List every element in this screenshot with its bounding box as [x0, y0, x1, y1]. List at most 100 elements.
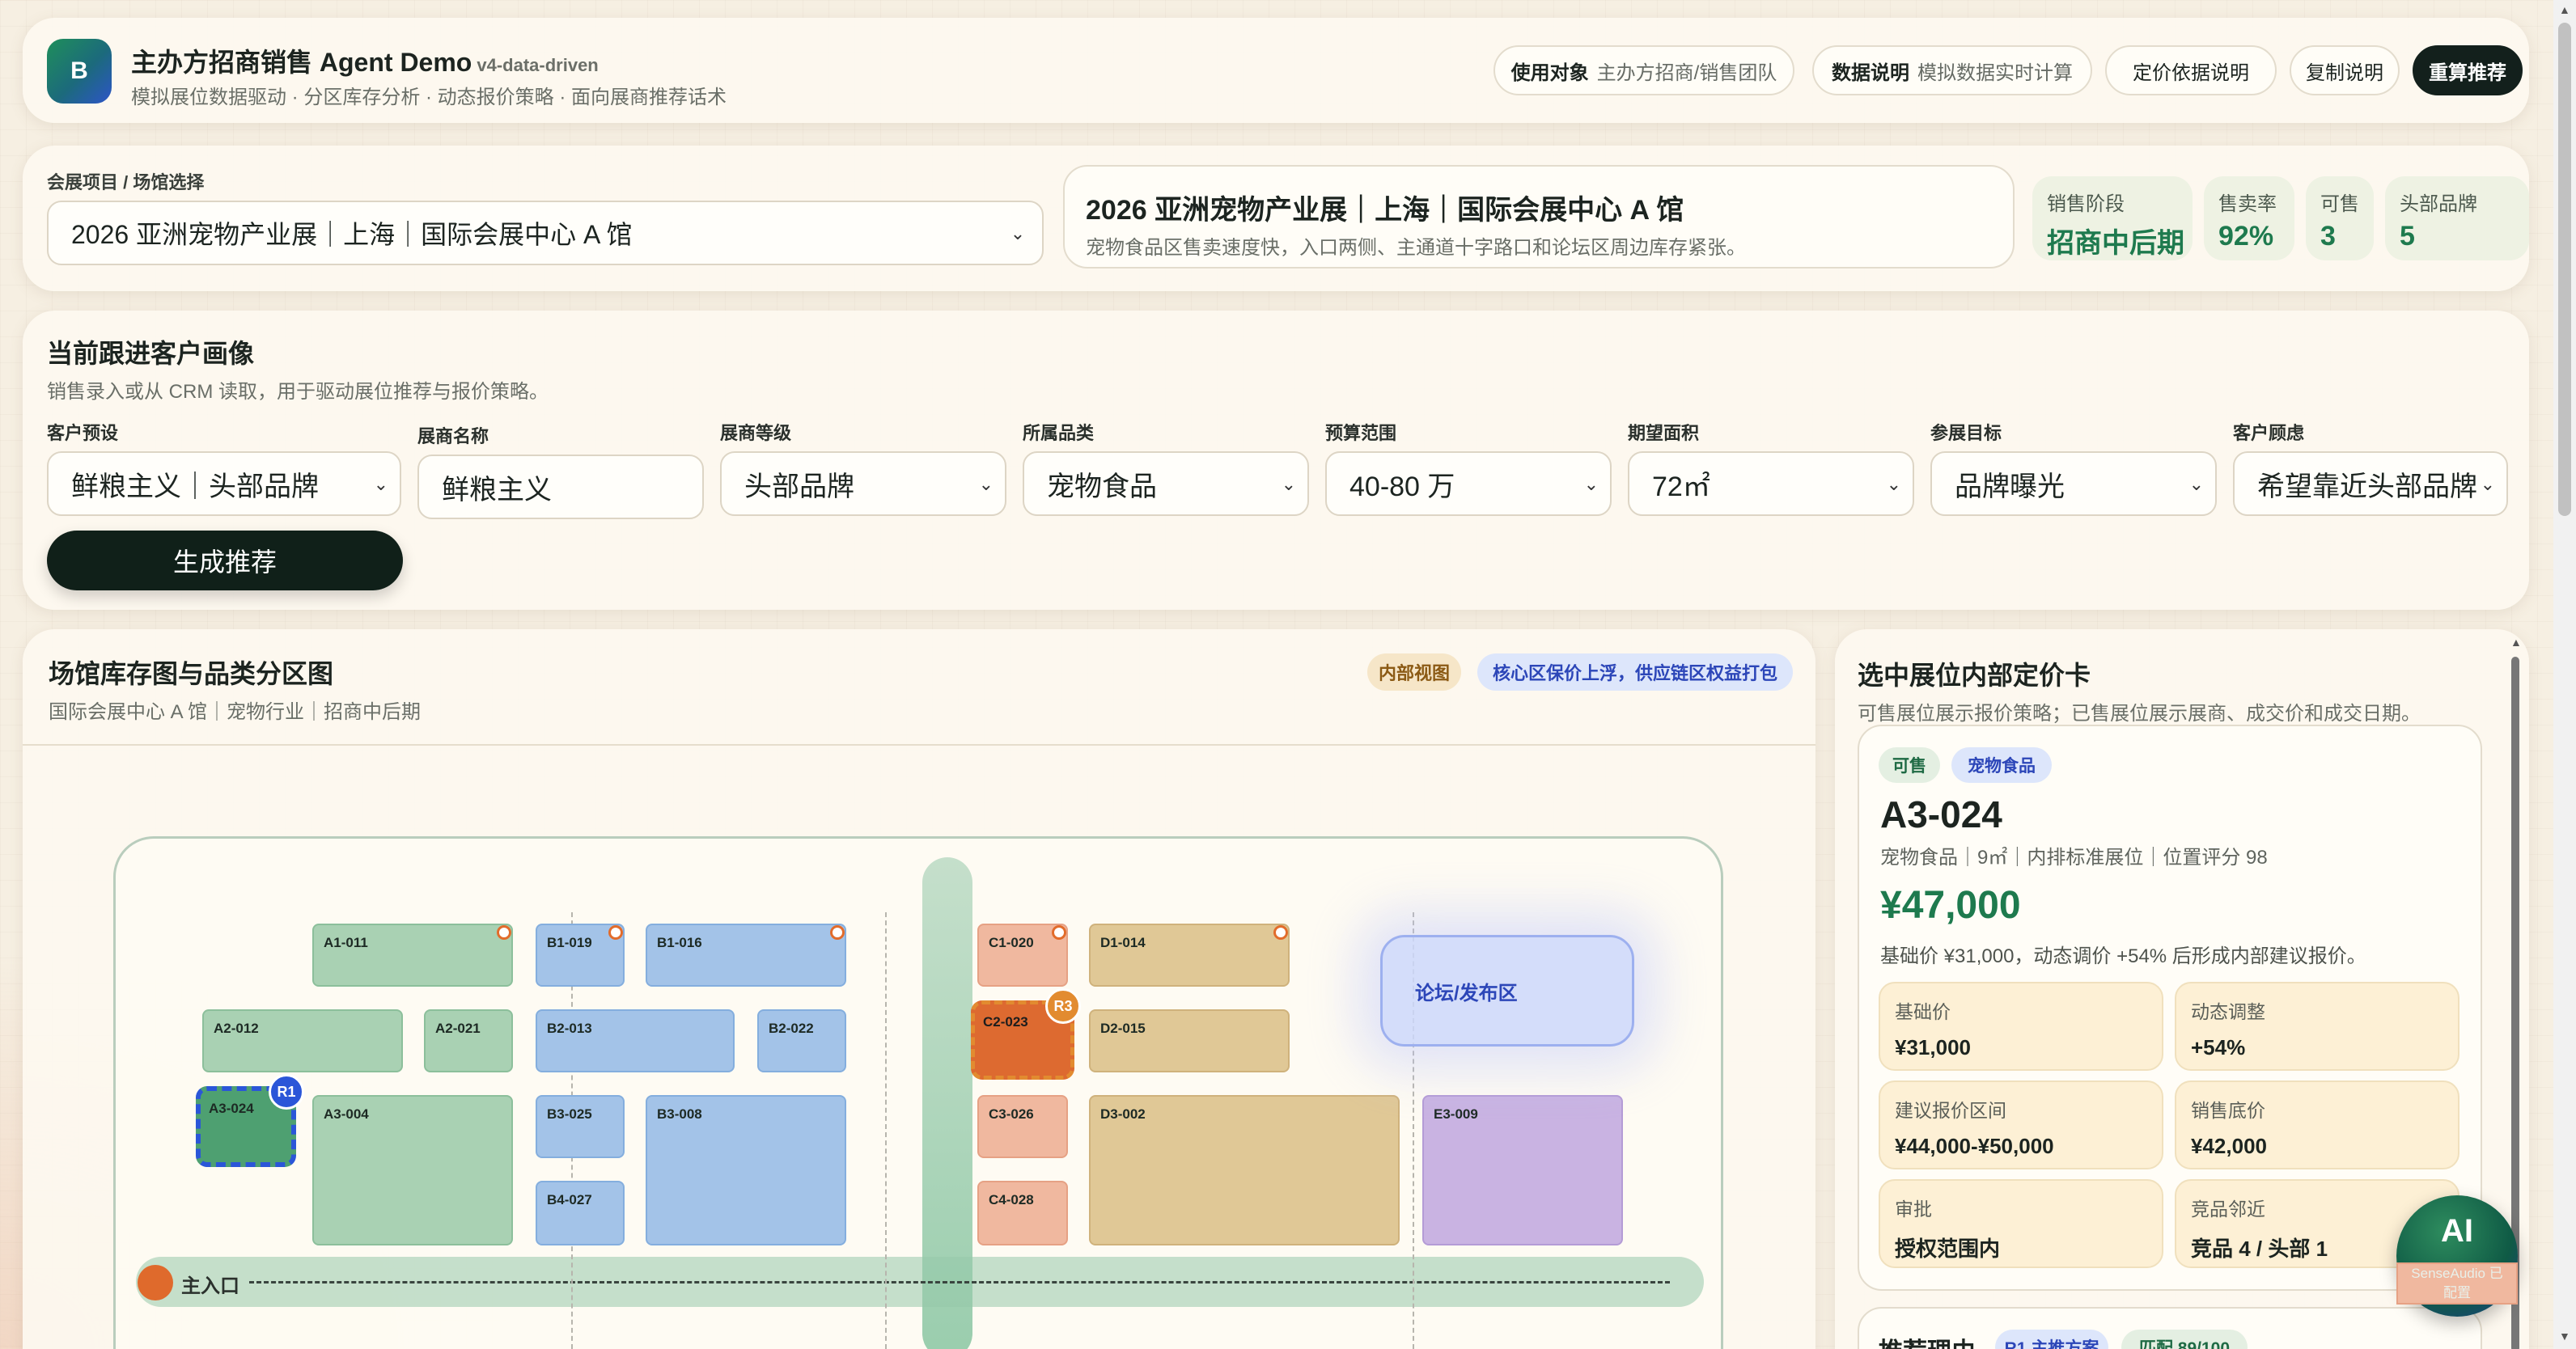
rec-title: 推荐理由	[1879, 1331, 1976, 1349]
floor-price-item: 销售底价 ¥42,000	[2175, 1080, 2459, 1169]
goal-select[interactable]: 品牌曝光 ⌄	[1930, 451, 2217, 516]
page-scrollbar[interactable]: ▲ ▼	[2553, 0, 2576, 1349]
booth-A2-012[interactable]: A2-012	[202, 1009, 403, 1072]
project-select-label: 会展项目 / 场馆选择	[47, 172, 205, 192]
stat-sales-stage: 销售阶段 招商中后期	[2032, 176, 2193, 260]
profile-title: 当前跟进客户画像	[47, 339, 255, 368]
recalc-button[interactable]: 重算推荐	[2413, 45, 2523, 95]
booth-A1-011[interactable]: A1-011	[312, 924, 513, 987]
field-label: 展商等级	[720, 423, 792, 443]
select-value: 40-80 万	[1349, 471, 1455, 502]
audience-label: 使用对象	[1510, 61, 1589, 84]
booth-D1-014[interactable]: D1-014	[1089, 924, 1290, 987]
project-info-title: 2026 亚洲宠物产业展｜上海｜国际会展中心 A 馆	[1086, 195, 1684, 226]
aisle-guide-line	[249, 1281, 1670, 1283]
project-panel: 会展项目 / 场馆选择 2026 亚洲宠物产业展｜上海｜国际会展中心 A 馆 ⌄…	[23, 146, 2529, 291]
profile-subtitle: 销售录入或从 CRM 读取，用于驱动展位推荐与报价策略。	[47, 381, 549, 403]
approval-item: 审批 授权范围内	[1879, 1179, 2163, 1268]
kv-value: ¥31,000	[1895, 1035, 1971, 1059]
booth-C4-028[interactable]: C4-028	[977, 1181, 1068, 1245]
ai-assistant-button[interactable]: AI SenseAudio 已配置	[2396, 1195, 2518, 1317]
stat-label: 售卖率	[2218, 193, 2277, 215]
booth-D2-015[interactable]: D2-015	[1089, 1009, 1290, 1072]
base-price-item: 基础价 ¥31,000	[1879, 982, 2163, 1071]
scroll-down-icon[interactable]: ▼	[2559, 1330, 2570, 1343]
exhibitor-name-input[interactable]: 鲜粮主义	[417, 455, 704, 519]
booth-B3-025[interactable]: B3-025	[536, 1095, 625, 1158]
project-select[interactable]: 2026 亚洲宠物产业展｜上海｜国际会展中心 A 馆 ⌄	[47, 201, 1044, 265]
map-title: 场馆库存图与品类分区图	[49, 659, 334, 688]
scroll-up-icon[interactable]: ▲	[2559, 3, 2570, 16]
field-label: 所属品类	[1023, 423, 1095, 443]
select-value: 品牌曝光	[1955, 471, 2065, 502]
booth-B2-013[interactable]: B2-013	[536, 1009, 735, 1072]
rank-badge-r3: R3	[1045, 988, 1081, 1024]
budget-select[interactable]: 40-80 万 ⌄	[1325, 451, 1612, 516]
project-info-desc: 宠物食品区售卖速度快，入口两侧、主通道十字路口和论坛区周边库存紧张。	[1086, 237, 1746, 259]
rank-badge-r1: R1	[269, 1074, 304, 1110]
booth-B2-022[interactable]: B2-022	[757, 1009, 846, 1072]
select-value: 头部品牌	[744, 471, 854, 502]
suggested-price: ¥47,000	[1880, 884, 2021, 927]
stat-top-brands: 头部品牌 5	[2385, 176, 2529, 260]
pricing-basis-button[interactable]: 定价依据说明	[2105, 45, 2277, 95]
rec-plan-chip: R1 主推方案	[1995, 1330, 2108, 1349]
concern-select[interactable]: 希望靠近头部品牌 ⌄	[2233, 451, 2508, 516]
app-logo: B	[47, 39, 112, 104]
booth-C3-026[interactable]: C3-026	[977, 1095, 1068, 1158]
strategy-tag: 核心区保价上浮，供应链区权益打包	[1477, 653, 1793, 691]
exhibitor-level-select[interactable]: 头部品牌 ⌄	[720, 451, 1006, 516]
app-title: 主办方招商销售 Agent Demo v4-data-driven	[131, 42, 599, 79]
booth-A3-004[interactable]: A3-004	[312, 1095, 513, 1245]
dynamic-adjust-item: 动态调整 +54%	[2175, 982, 2459, 1071]
scroll-up-icon[interactable]: ▲	[2510, 636, 2522, 649]
field-label: 参展目标	[1930, 423, 2002, 443]
kv-value: ¥44,000-¥50,000	[1895, 1134, 2054, 1158]
chevron-down-icon: ⌄	[1886, 474, 1901, 494]
divider	[23, 744, 1815, 746]
pricing-subtitle: 可售展位展示报价策略；已售展位展示展商、成交价和成交日期。	[1858, 703, 2421, 725]
kv-label: 基础价	[1895, 1001, 1951, 1022]
field-label: 展商名称	[417, 426, 489, 446]
booth-D3-002[interactable]: D3-002	[1089, 1095, 1400, 1245]
entrance-label: 主入口	[181, 1275, 239, 1297]
booth-A2-021[interactable]: A2-021	[424, 1009, 513, 1072]
booth-price-card: 可售 宠物食品 A3-024 宠物食品｜9㎡｜内排标准展位｜位置评分 98 ¥4…	[1858, 725, 2482, 1291]
field-label: 期望面积	[1628, 423, 1700, 443]
kv-value: 授权范围内	[1895, 1237, 2001, 1261]
status-dot-icon	[608, 925, 623, 940]
kv-value: +54%	[2191, 1035, 2246, 1059]
chevron-down-icon: ⌄	[2188, 474, 2204, 494]
stat-value: 3	[2320, 221, 2336, 252]
status-dot-icon	[830, 925, 845, 940]
client-preset-select[interactable]: 鲜粮主义｜头部品牌 ⌄	[47, 451, 401, 516]
chevron-down-icon: ⌄	[1281, 474, 1296, 494]
booth-E3-009[interactable]: E3-009	[1422, 1095, 1623, 1245]
client-profile-panel: 当前跟进客户画像 销售录入或从 CRM 读取，用于驱动展位推荐与报价策略。 客户…	[23, 311, 2529, 610]
map-subtitle: 国际会展中心 A 馆｜宠物行业｜招商中后期	[49, 701, 422, 723]
audience-pill: 使用对象 主办方招商/销售团队	[1493, 45, 1794, 95]
page-scroll-thumb[interactable]	[2558, 23, 2571, 516]
price-range-item: 建议报价区间 ¥44,000-¥50,000	[1879, 1080, 2163, 1169]
stat-value: 92%	[2218, 221, 2274, 252]
booth-id: A3-024	[1880, 793, 2002, 835]
generate-recommendation-button[interactable]: 生成推荐	[47, 531, 403, 590]
forum-area[interactable]: 论坛/发布区	[1380, 935, 1634, 1047]
copy-note-button[interactable]: 复制说明	[2290, 45, 2400, 95]
data-note-label: 数据说明	[1832, 61, 1909, 84]
stat-value: 5	[2400, 221, 2415, 252]
ai-label: AI	[2441, 1213, 2473, 1249]
category-select[interactable]: 宠物食品 ⌄	[1023, 451, 1309, 516]
select-value: 宠物食品	[1047, 471, 1157, 502]
internal-view-tag: 内部视图	[1367, 653, 1461, 691]
area-select[interactable]: 72㎡ ⌄	[1628, 451, 1914, 516]
entrance-marker-icon	[138, 1265, 173, 1300]
stat-label: 可售	[2320, 193, 2359, 215]
rec-match-chip: 匹配 89/100	[2121, 1330, 2248, 1349]
booth-B4-027[interactable]: B4-027	[536, 1181, 625, 1245]
booth-meta: 宠物食品｜9㎡｜内排标准展位｜位置评分 98	[1880, 847, 2268, 869]
booth-B3-008[interactable]: B3-008	[646, 1095, 846, 1245]
ai-status: SenseAudio 已配置	[2396, 1262, 2518, 1305]
field-label: 客户预设	[47, 423, 119, 443]
booth-B1-016[interactable]: B1-016	[646, 924, 846, 987]
